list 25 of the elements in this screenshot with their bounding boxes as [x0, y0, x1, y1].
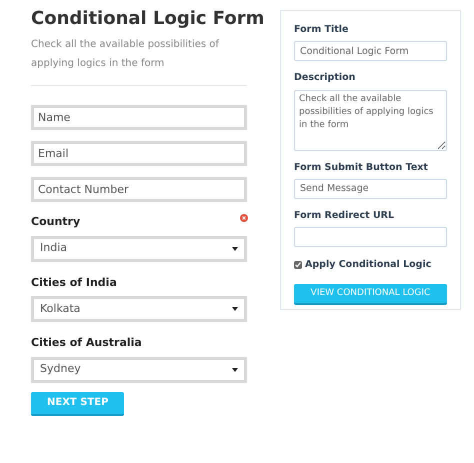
text-field[interactable]	[294, 227, 447, 247]
field-label: Form Submit Button Text	[294, 160, 429, 174]
checkbox-label: Apply Conditional Logic	[305, 258, 432, 272]
text-field[interactable]: Email	[31, 141, 247, 166]
form-description: Check all the available possibilities of applying logics in the form	[31, 38, 220, 71]
field-label: Form Redirect URL	[294, 208, 396, 223]
field-label: Form Title	[294, 23, 350, 37]
caret-icon	[232, 246, 238, 250]
select-field[interactable]: Sydney	[31, 356, 247, 382]
field-label: Cities of India	[31, 274, 117, 290]
select-field[interactable]: India	[31, 236, 247, 262]
select-field[interactable]: Kolkata	[31, 296, 247, 322]
text-field[interactable]: Send Message	[294, 178, 447, 199]
text-field[interactable]: Contact Number	[31, 177, 247, 202]
description-field[interactable]: Check all the available possibilities of applying logics in the form	[294, 90, 447, 150]
field-label: Country	[31, 214, 80, 230]
text-field[interactable]: Name	[31, 105, 247, 130]
field-label: Cities of Australia	[31, 335, 142, 351]
form-title: Conditional Logic Form	[31, 7, 264, 31]
field-label: Description	[294, 71, 356, 86]
text-field[interactable]: Conditional Logic Form	[294, 41, 447, 62]
caret-icon	[232, 307, 238, 311]
caret-icon	[232, 368, 238, 372]
remove-icon[interactable]	[240, 214, 248, 222]
checkbox[interactable]	[294, 261, 302, 270]
